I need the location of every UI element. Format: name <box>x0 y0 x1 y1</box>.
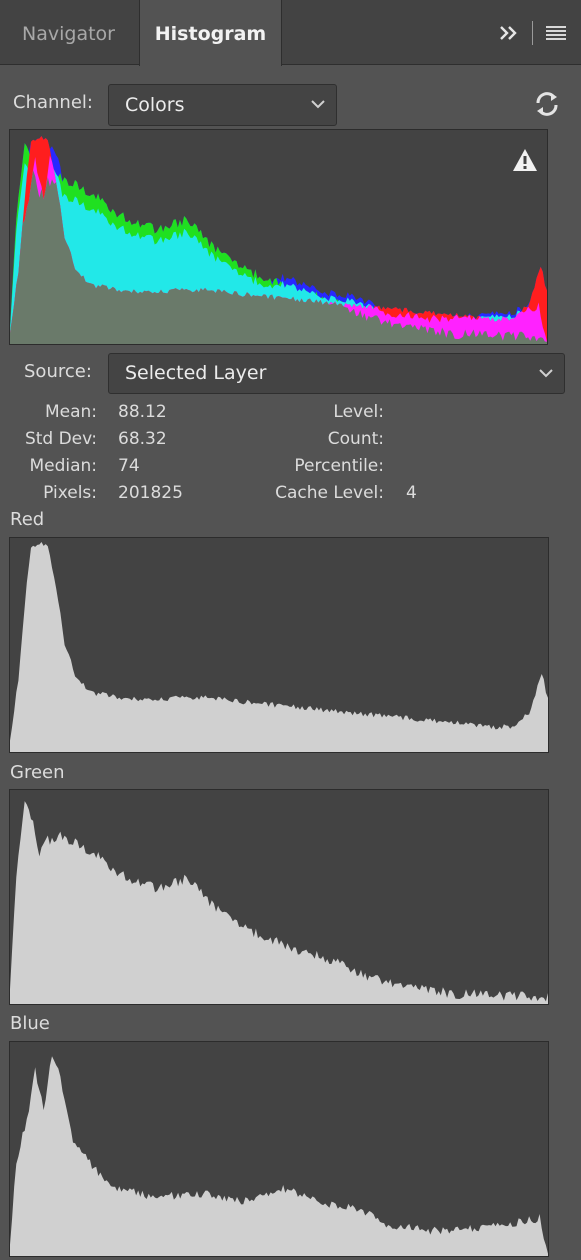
blue-histogram-shape <box>10 1056 548 1256</box>
source-select[interactable]: Selected Layer <box>108 353 565 394</box>
blue-histogram <box>9 1041 549 1257</box>
level-label: Level: <box>333 402 384 422</box>
colors-histogram-plot <box>10 136 547 344</box>
mean-label: Mean: <box>44 402 97 422</box>
double-chevron-right-icon[interactable] <box>498 25 520 41</box>
mean-value: 88.12 <box>118 402 167 422</box>
percentile-label: Percentile: <box>294 456 384 476</box>
colors-histogram <box>9 129 548 345</box>
green-channel-label: Green <box>10 762 65 783</box>
panel-tab-bar: Navigator Histogram <box>0 0 581 66</box>
green-histogram-shape <box>10 801 548 1004</box>
blue-histogram-plot <box>10 1056 548 1256</box>
source-label: Source: <box>24 361 92 382</box>
channel-select[interactable]: Colors <box>108 84 337 126</box>
green-histogram <box>9 789 549 1005</box>
tab-histogram[interactable]: Histogram <box>139 0 282 66</box>
std-dev-value: 68.32 <box>118 429 167 449</box>
channel-label: Channel: <box>13 92 93 113</box>
red-histogram <box>9 537 549 753</box>
pixels-label: Pixels: <box>43 483 97 503</box>
refresh-icon[interactable] <box>532 89 562 119</box>
tab-navigator[interactable]: Navigator <box>0 0 137 64</box>
cache-level-value: 4 <box>406 483 417 503</box>
channel-select-value: Colors <box>125 94 185 116</box>
std-dev-label: Std Dev: <box>24 429 97 449</box>
red-histogram-shape <box>10 542 548 752</box>
chevron-down-icon <box>310 98 326 110</box>
red-histogram-plot <box>10 542 548 752</box>
blue-channel-label: Blue <box>10 1013 50 1034</box>
median-label: Median: <box>29 456 97 476</box>
cache-level-label: Cache Level: <box>275 483 384 503</box>
source-select-value: Selected Layer <box>125 362 267 384</box>
hamburger-menu-icon[interactable] <box>545 25 567 41</box>
red-channel-label: Red <box>10 509 45 530</box>
green-histogram-plot <box>10 801 548 1004</box>
warning-triangle-icon[interactable] <box>512 148 538 172</box>
pixels-value: 201825 <box>118 483 183 503</box>
panel-controls <box>498 20 567 46</box>
median-value: 74 <box>118 456 140 476</box>
chevron-down-icon <box>538 367 554 379</box>
control-separator <box>532 21 533 45</box>
count-label: Count: <box>327 429 384 449</box>
